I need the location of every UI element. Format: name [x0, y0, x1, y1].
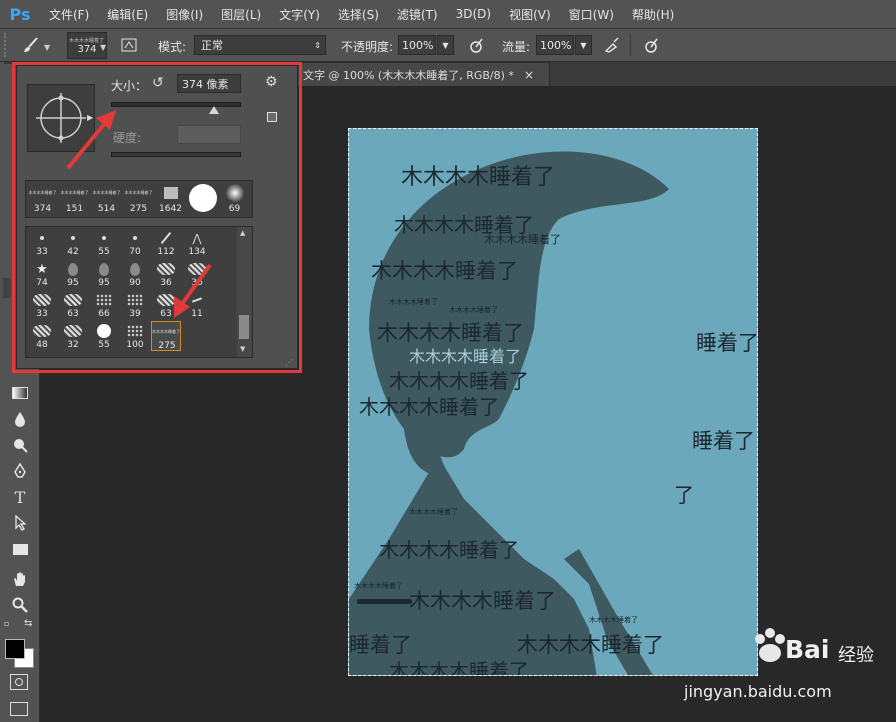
stamp-text: 木木木木睡着了: [517, 633, 664, 657]
document-canvas[interactable]: 木木木木睡着了 木木木木睡着了 木木木木睡着了 木木木木睡着了 木木木木睡着了 …: [348, 128, 758, 676]
menu-help[interactable]: 帮助(H): [623, 6, 683, 23]
opacity-value: 100%: [402, 38, 434, 52]
brush-picker-arrow-icon[interactable]: ▼: [100, 43, 106, 52]
stamp-text-fragment: 了: [674, 483, 694, 507]
swap-colors-icon[interactable]: ⇆: [24, 618, 32, 629]
flow-input[interactable]: 100%: [536, 35, 574, 55]
brush-size-value: 374: [77, 43, 97, 55]
menu-window[interactable]: 窗口(W): [560, 6, 623, 23]
highlight-box: [12, 62, 302, 373]
tool-preset-dropdown-icon[interactable]: ▼: [44, 43, 50, 52]
stamp-text-fragment: 睡着了: [696, 331, 758, 355]
watermark-brand-cn: 经验: [838, 645, 874, 666]
stamp-text-tiny: 木木木木睡着了: [354, 582, 403, 590]
opacity-input[interactable]: 100%: [398, 35, 436, 55]
options-bar: ▼ 木木木木睡着了 374 ▼ 模式: 正常 ⇕ 不透明度: 100% ▼ 流量…: [0, 29, 896, 62]
baidu-watermark: Bai 经验: [750, 625, 890, 685]
rectangle-tool-icon[interactable]: [6, 538, 34, 560]
mode-label: 模式:: [158, 40, 187, 54]
stamp-text-tiny: 木木木木睡着了: [409, 508, 458, 516]
menu-view[interactable]: 视图(V): [500, 6, 560, 23]
blur-tool-icon[interactable]: [6, 408, 34, 430]
menu-edit[interactable]: 编辑(E): [98, 6, 157, 23]
stamp-text: 木木木木睡着了: [379, 538, 519, 562]
flow-dropdown-icon[interactable]: ▼: [575, 35, 592, 55]
flow-value: 100%: [540, 38, 572, 52]
divider: [630, 34, 631, 56]
mode-select[interactable]: 正常 ⇕: [194, 35, 326, 55]
tool-strip-fragment: [3, 278, 11, 298]
photoshop-logo: Ps: [9, 4, 31, 24]
stamp-text: 木木木木睡着了: [401, 165, 556, 190]
grip-icon: [4, 33, 12, 57]
watermark-url: jingyan.baidu.com: [684, 682, 832, 701]
brush-panel-toggle-icon[interactable]: [118, 34, 140, 56]
default-colors-icon[interactable]: ▫: [4, 619, 9, 628]
paw-logo-icon: [755, 628, 785, 662]
menu-type[interactable]: 文字(Y): [270, 6, 329, 23]
stamp-text-tiny: 木木木木睡着了: [589, 616, 638, 624]
menu-layer[interactable]: 图层(L): [212, 6, 270, 23]
menu-file[interactable]: 文件(F): [40, 6, 98, 23]
menu-filter[interactable]: 滤镜(T): [388, 6, 447, 23]
pressure-opacity-icon[interactable]: [465, 34, 487, 56]
path-selection-icon[interactable]: [6, 512, 34, 534]
brush-tool-icon[interactable]: [20, 34, 42, 56]
spinner-icon: ⇕: [314, 40, 321, 50]
quick-mask-icon[interactable]: [10, 674, 28, 690]
close-tab-icon[interactable]: ×: [524, 68, 534, 82]
stamp-text-tiny: 木木木木睡着了: [449, 306, 498, 314]
smudge-stroke: [357, 599, 412, 604]
opacity-dropdown-icon[interactable]: ▼: [437, 35, 454, 55]
stamp-text-small: 木木木木睡着了: [484, 233, 561, 246]
stamp-text-fragment: 睡着了: [692, 429, 755, 453]
screen-mode-icon[interactable]: [10, 702, 28, 716]
watermark-brand: Bai: [785, 635, 830, 664]
menu-3d[interactable]: 3D(D): [447, 7, 500, 21]
stamp-text-tiny: 木木木木睡着了: [389, 298, 438, 306]
airbrush-icon[interactable]: [601, 34, 623, 56]
type-tool-icon[interactable]: T: [6, 486, 34, 508]
stamp-text: 木木木木睡着了: [359, 395, 499, 419]
pressure-size-icon[interactable]: [640, 34, 662, 56]
stamp-text-faint: 木木木木睡着了: [409, 347, 522, 366]
menu-bar: Ps 文件(F) 编辑(E) 图像(I) 图层(L) 文字(Y) 选择(S) 滤…: [0, 0, 896, 29]
menu-image[interactable]: 图像(I): [157, 6, 212, 23]
document-tab-title: 文字 @ 100% (木木木木睡着了, RGB/8) *: [303, 68, 514, 82]
stamp-text: 木木木木睡着了: [409, 589, 556, 613]
mode-value: 正常: [201, 39, 223, 52]
gradient-tool-icon[interactable]: [6, 382, 34, 404]
foreground-color-swatch[interactable]: [5, 639, 25, 659]
pen-tool-icon[interactable]: [6, 460, 34, 482]
hand-tool-icon[interactable]: [6, 568, 34, 590]
stamp-text: 木木木木睡着了: [389, 659, 529, 676]
flow-label: 流量:: [502, 40, 531, 54]
dodge-tool-icon[interactable]: [6, 434, 34, 456]
zoom-tool-icon[interactable]: [6, 594, 34, 616]
menu-select[interactable]: 选择(S): [329, 6, 388, 23]
stamp-text: 木木木木睡着了: [371, 259, 518, 283]
opacity-label: 不透明度:: [341, 40, 394, 54]
stamp-text: 木木木木睡着了: [389, 369, 529, 393]
document-tab[interactable]: 文字 @ 100% (木木木木睡着了, RGB/8) * ×: [300, 62, 550, 86]
